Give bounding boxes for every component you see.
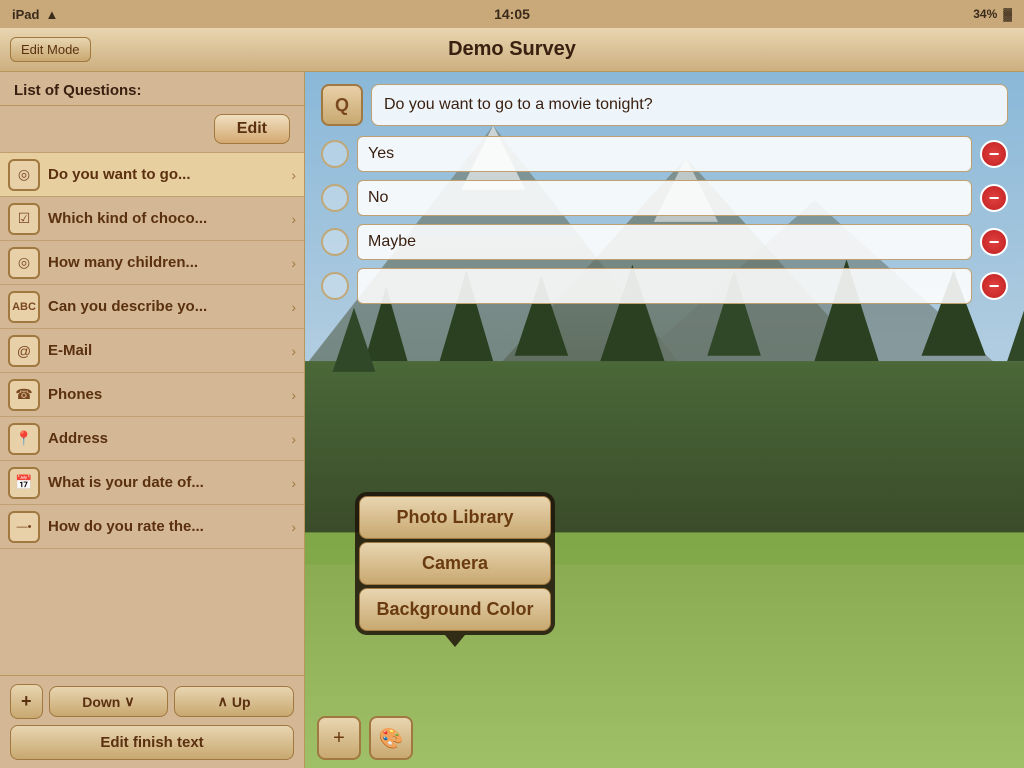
content-bottom-toolbar: + 🎨 <box>305 708 1024 768</box>
answer-row-4: − <box>321 268 1008 304</box>
edit-finish-text-button[interactable]: Edit finish text <box>10 725 294 760</box>
list-item[interactable]: ABC Can you describe yo... › <box>0 285 304 329</box>
answer-row-1: − <box>321 136 1008 172</box>
palette-button[interactable]: 🎨 <box>369 716 413 760</box>
down-button[interactable]: Down ∨ <box>49 686 169 717</box>
chevron-right-icon: › <box>291 519 296 535</box>
list-item[interactable]: @ E-Mail › <box>0 329 304 373</box>
carrier-label: iPad <box>12 7 39 22</box>
answer-radio-4[interactable] <box>321 272 349 300</box>
list-item[interactable]: 📅 What is your date of... › <box>0 461 304 505</box>
chevron-right-icon: › <box>291 255 296 271</box>
chevron-right-icon: › <box>291 387 296 403</box>
question-label: What is your date of... <box>48 474 291 491</box>
question-icon-email: @ <box>8 335 40 367</box>
battery-icon: ▓ <box>1003 7 1012 21</box>
remove-answer-1-button[interactable]: − <box>980 140 1008 168</box>
question-header: Q <box>321 84 1008 126</box>
down-label: Down <box>82 694 120 710</box>
page-title: Demo Survey <box>448 38 576 61</box>
question-icon-address: 📍 <box>8 423 40 455</box>
list-item[interactable]: —• How do you rate the... › <box>0 505 304 549</box>
up-icon: ∧ <box>218 693 228 710</box>
list-item[interactable]: ◎ Do you want to go... › <box>0 153 304 197</box>
question-icon-phone: ☎ <box>8 379 40 411</box>
list-item[interactable]: 📍 Address › <box>0 417 304 461</box>
answer-row-3: − <box>321 224 1008 260</box>
question-icon-checkbox: ☑ <box>8 203 40 235</box>
question-label: Phones <box>48 386 291 403</box>
up-label: Up <box>232 694 251 710</box>
sidebar-bottom-toolbar: + Down ∨ ∧ Up Edit finish text <box>0 675 304 768</box>
edit-button[interactable]: Edit <box>214 114 290 144</box>
question-icon-radio2: ◎ <box>8 247 40 279</box>
answer-input-1[interactable] <box>357 136 972 172</box>
photo-library-button[interactable]: Photo Library <box>359 496 551 539</box>
question-text-input[interactable] <box>371 84 1008 126</box>
question-icon-radio: ◎ <box>8 159 40 191</box>
answer-radio-1[interactable] <box>321 140 349 168</box>
question-editor: Q − − − − <box>321 84 1008 304</box>
chevron-right-icon: › <box>291 343 296 359</box>
chevron-right-icon: › <box>291 475 296 491</box>
question-label: Can you describe yo... <box>48 298 291 315</box>
list-item[interactable]: ◎ How many children... › <box>0 241 304 285</box>
question-badge: Q <box>321 84 363 126</box>
status-left: iPad ▲ <box>12 7 58 22</box>
answer-input-2[interactable] <box>357 180 972 216</box>
edit-btn-row: Edit <box>0 106 304 153</box>
wifi-icon: ▲ <box>45 7 58 22</box>
content-area: Q − − − − <box>305 72 1024 768</box>
question-icon-text: ABC <box>8 291 40 323</box>
chevron-right-icon: › <box>291 167 296 183</box>
chevron-right-icon: › <box>291 211 296 227</box>
list-item[interactable]: ☎ Phones › <box>0 373 304 417</box>
question-icon-slider: —• <box>8 511 40 543</box>
status-bar: iPad ▲ 14:05 34% ▓ <box>0 0 1024 28</box>
answer-row-2: − <box>321 180 1008 216</box>
down-icon: ∨ <box>124 693 134 710</box>
question-label: Which kind of choco... <box>48 210 291 227</box>
question-label: How many children... <box>48 254 291 271</box>
question-label: How do you rate the... <box>48 518 291 535</box>
remove-answer-4-button[interactable]: − <box>980 272 1008 300</box>
add-item-button[interactable]: + <box>317 716 361 760</box>
question-label: E-Mail <box>48 342 291 359</box>
remove-answer-2-button[interactable]: − <box>980 184 1008 212</box>
battery-label: 34% <box>973 7 997 21</box>
background-color-button[interactable]: Background Color <box>359 588 551 631</box>
answer-radio-3[interactable] <box>321 228 349 256</box>
up-button[interactable]: ∧ Up <box>174 686 294 717</box>
popup-arrow <box>445 635 465 647</box>
popup-menu: Photo Library Camera Background Color <box>355 492 555 635</box>
answer-input-4[interactable] <box>357 268 972 304</box>
question-icon-date: 📅 <box>8 467 40 499</box>
main-layout: List of Questions: Edit ◎ Do you want to… <box>0 72 1024 768</box>
camera-button[interactable]: Camera <box>359 542 551 585</box>
status-time: 14:05 <box>494 6 530 22</box>
sidebar: List of Questions: Edit ◎ Do you want to… <box>0 72 305 768</box>
sidebar-header: List of Questions: <box>0 72 304 106</box>
answer-input-3[interactable] <box>357 224 972 260</box>
remove-answer-3-button[interactable]: − <box>980 228 1008 256</box>
add-question-button[interactable]: + <box>10 684 43 719</box>
question-label: Address <box>48 430 291 447</box>
toolbar-row-nav: + Down ∨ ∧ Up <box>10 684 294 719</box>
question-label: Do you want to go... <box>48 166 291 183</box>
question-list: ◎ Do you want to go... › ☑ Which kind of… <box>0 153 304 675</box>
list-item[interactable]: ☑ Which kind of choco... › <box>0 197 304 241</box>
status-right: 34% ▓ <box>973 7 1012 21</box>
chevron-right-icon: › <box>291 299 296 315</box>
title-bar: Edit Mode Demo Survey <box>0 28 1024 72</box>
chevron-right-icon: › <box>291 431 296 447</box>
answer-radio-2[interactable] <box>321 184 349 212</box>
edit-mode-button[interactable]: Edit Mode <box>10 37 91 62</box>
